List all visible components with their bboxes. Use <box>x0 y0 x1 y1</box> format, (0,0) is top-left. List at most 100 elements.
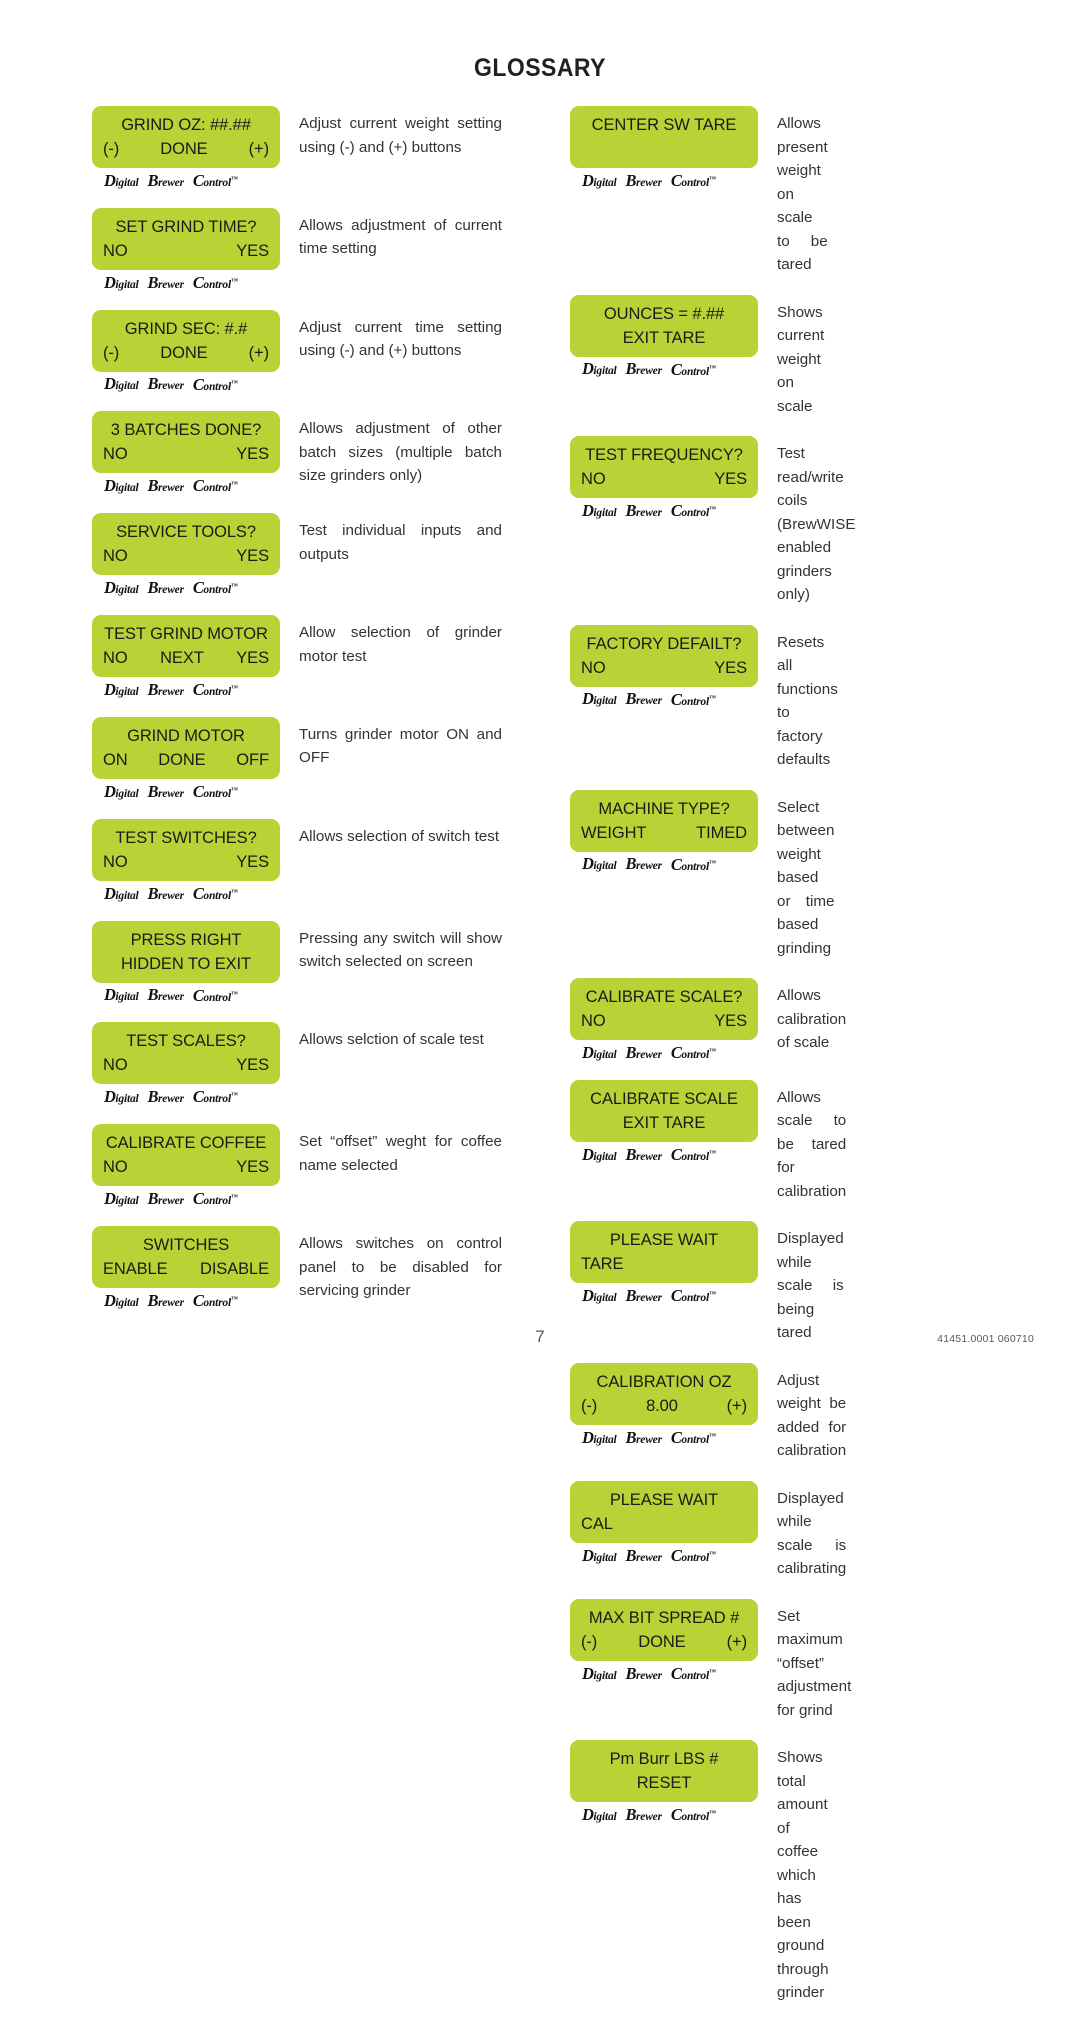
lcd-line-2-segment: NO <box>581 658 606 677</box>
digital-brewer-control-logo: Digital Brewer Control™ <box>104 679 238 699</box>
footer-document-code: 41451.0001 060710 <box>937 1333 1034 1345</box>
lcd-display: GRIND MOTOR ON DONE OFF <box>92 716 280 779</box>
lcd-line-2-segment: (+) <box>248 140 269 158</box>
lcd-block: CALIBRATE COFFEE NO YES Digital Brewer Contro… <box>92 1124 280 1208</box>
digital-brewer-control-logo: Digital Brewer Control™ <box>104 883 238 903</box>
glossary-entry-description: Allows switches on control panel to be d… <box>299 1235 502 1300</box>
lcd-line-2-segment: DONE <box>638 1632 686 1651</box>
lcd-line-1: TEST SWITCHES? <box>103 826 269 850</box>
glossary-entry: SERVICE TOOLS? NO YES Digital Brewer Control™… <box>92 513 540 597</box>
lcd-line-2-segment: YES <box>714 658 747 677</box>
lcd-line-2: ON DONE OFF <box>103 748 269 772</box>
digital-brewer-control-logo: Digital Brewer Control™ <box>582 1286 716 1306</box>
lcd-line-1: PLEASE WAIT <box>581 1228 747 1252</box>
glossary-entry-description: Displayed while scale is calibrating <box>777 1489 847 1578</box>
glossary-entry-row: CALIBRATE COFFEE NO YES Digital Brewer Contro… <box>92 1124 540 1208</box>
glossary-entry-description: Turns grinder motor ON and OFF <box>299 725 502 767</box>
lcd-block: FACTORY DEFAILT? NO YES Digital Brewer Contro… <box>570 624 758 709</box>
lcd-display: CALIBRATE SCALE EXIT TARE <box>570 1079 758 1142</box>
glossary-entry-description: Resets all functions to factory defaults <box>777 633 838 769</box>
lcd-block: CALIBRATE SCALE? NO YES Digital Brewer Contro… <box>570 978 758 1062</box>
glossary-entry-description: Pressing any switch will show switch sel… <box>299 929 502 971</box>
glossary-entry-row: GRIND OZ: ##.## (-) DONE (+) Digital Brewer Co… <box>92 106 540 190</box>
lcd-line-2-segment: TIMED <box>696 823 747 842</box>
glossary-entry-description: Shows current weight on scale <box>777 303 825 415</box>
lcd-line-2-segment: HIDDEN TO EXIT <box>120 954 251 973</box>
lcd-line-2-segment: YES <box>236 1056 269 1075</box>
lcd-line-2-segment: YES <box>236 852 269 871</box>
lcd-block: 3 BATCHES DONE? NO YES Digital Brewer Control… <box>92 411 280 495</box>
lcd-line-2-segment: (-) <box>581 1396 598 1415</box>
glossary-entry-row: SWITCHES ENABLE DISABLE Digital Brewer Contro… <box>92 1226 540 1310</box>
lcd-line-2-segment: (-) <box>581 1632 598 1651</box>
lcd-line-2-segment: (-) <box>103 343 120 362</box>
lcd-line-2: TARE <box>581 1252 747 1276</box>
lcd-block: TEST SWITCHES? NO YES Digital Brewer Control™ <box>92 818 280 903</box>
lcd-line-1: SWITCHES <box>103 1233 269 1257</box>
digital-brewer-control-logo: Digital Brewer Control™ <box>582 1144 716 1164</box>
lcd-line-2-segment: NO <box>103 1158 128 1177</box>
lcd-block: TEST SCALES? NO YES Digital Brewer Control™ <box>92 1022 280 1106</box>
lcd-line-2-segment: NO <box>103 547 128 566</box>
lcd-line-2-segment: WEIGHT <box>581 823 647 842</box>
lcd-line-2-segment: NEXT <box>160 649 204 668</box>
glossary-entry-row: PRESS RIGHT HIDDEN TO EXIT Digital Brewer Co… <box>92 920 540 1005</box>
lcd-line-1: TEST GRIND MOTOR <box>103 622 269 646</box>
lcd-line-2-segment: YES <box>236 547 269 566</box>
digital-brewer-control-logo: Digital Brewer Control™ <box>582 1545 716 1565</box>
glossary-entry-description: Set maximum “offset” adjustment for grin… <box>777 1607 852 1719</box>
lcd-line-1: FACTORY DEFAILT? <box>581 632 747 656</box>
lcd-block: TEST FREQUENCY? NO YES Digital Brewer Control… <box>570 436 758 520</box>
glossary-entry-description: Allows selction of scale test <box>299 1031 484 1049</box>
lcd-line-2-segment: NO <box>103 445 128 464</box>
lcd-line-2-segment: ON <box>103 750 128 769</box>
lcd-display: TEST SWITCHES? NO YES <box>92 818 280 881</box>
lcd-line-1: CALIBRATE SCALE? <box>581 985 747 1009</box>
lcd-line-2-segment: TARE <box>581 1255 624 1274</box>
digital-brewer-control-logo: Digital Brewer Control™ <box>582 500 716 520</box>
glossary-entry-description: Test read/write coils (BrewWISE enabled … <box>777 445 856 603</box>
lcd-display: FACTORY DEFAILT? NO YES <box>570 624 758 687</box>
lcd-line-2: NO YES <box>103 850 269 874</box>
glossary-entry: CALIBRATE COFFEE NO YES Digital Brewer Contro… <box>92 1124 540 1208</box>
lcd-block: SERVICE TOOLS? NO YES Digital Brewer Control™ <box>92 513 280 597</box>
lcd-line-1: SET GRIND TIME? <box>103 215 269 239</box>
lcd-line-1: CALIBRATION OZ <box>581 1370 747 1394</box>
lcd-line-2-segment: CAL <box>581 1514 613 1533</box>
digital-brewer-control-logo: Digital Brewer Control™ <box>104 374 238 394</box>
lcd-line-2: (-) DONE (+) <box>103 341 269 365</box>
glossary-entry-description: Adjust current time setting using (-) an… <box>299 318 502 360</box>
digital-brewer-control-logo: Digital Brewer Control™ <box>104 781 238 801</box>
lcd-line-2: ENABLE DISABLE <box>103 1257 269 1281</box>
digital-brewer-control-logo: Digital Brewer Control™ <box>104 476 238 496</box>
lcd-display: TEST GRIND MOTOR NO NEXT YES <box>92 615 280 678</box>
lcd-display: MACHINE TYPE? WEIGHT TIMED <box>570 789 758 852</box>
digital-brewer-control-logo: Digital Brewer Control™ <box>582 170 716 190</box>
lcd-block: CALIBRATION OZ (-) 8.00 (+) Digital Brewer Con… <box>570 1362 758 1447</box>
lcd-line-1-text: CALIBRATION OZ <box>596 1372 732 1391</box>
lcd-line-2: (-) DONE (+) <box>103 137 269 161</box>
lcd-line-1-text: TEST SWITCHES? <box>115 828 257 847</box>
lcd-line-1-text: GRIND MOTOR <box>127 726 245 745</box>
lcd-line-2-segment: (+) <box>726 1632 747 1651</box>
glossary-entry: GRIND OZ: ##.## (-) DONE (+) Digital Brewer Co… <box>92 106 540 190</box>
lcd-line-1: GRIND OZ: ##.## <box>103 113 269 137</box>
lcd-line-1-text: GRIND SEC: #.# <box>124 319 248 338</box>
glossary-entry-description: Allow selection of grinder motor test <box>299 624 502 665</box>
lcd-line-2: NO YES <box>103 1053 269 1077</box>
lcd-display: PLEASE WAIT CAL <box>570 1480 758 1543</box>
lcd-line-2: EXIT TARE <box>581 1111 747 1135</box>
lcd-display: TEST FREQUENCY? NO YES <box>570 436 758 498</box>
lcd-line-1-text: SET GRIND TIME? <box>115 217 257 236</box>
digital-brewer-control-logo: Digital Brewer Control™ <box>104 578 238 598</box>
lcd-line-1: 3 BATCHES DONE? <box>103 418 269 442</box>
lcd-display: Pm Burr LBS # RESET <box>570 1740 758 1803</box>
lcd-line-1-text: 3 BATCHES DONE? <box>110 421 262 440</box>
glossary-entry-description: Allows adjustment of other batch sizes (… <box>299 420 502 485</box>
glossary-entry: 3 BATCHES DONE? NO YES Digital Brewer Control… <box>92 411 540 495</box>
lcd-block: MACHINE TYPE? WEIGHT TIMED Digital Brewer Con… <box>570 789 758 874</box>
glossary-entry-row: TEST SCALES? NO YES Digital Brewer Control™ Al… <box>92 1022 540 1106</box>
lcd-display: CALIBRATION OZ (-) 8.00 (+) <box>570 1362 758 1425</box>
lcd-block: GRIND MOTOR ON DONE OFF Digital Brewer Control… <box>92 716 280 801</box>
glossary-entry-description: Select between weight based or time base… <box>777 798 835 957</box>
